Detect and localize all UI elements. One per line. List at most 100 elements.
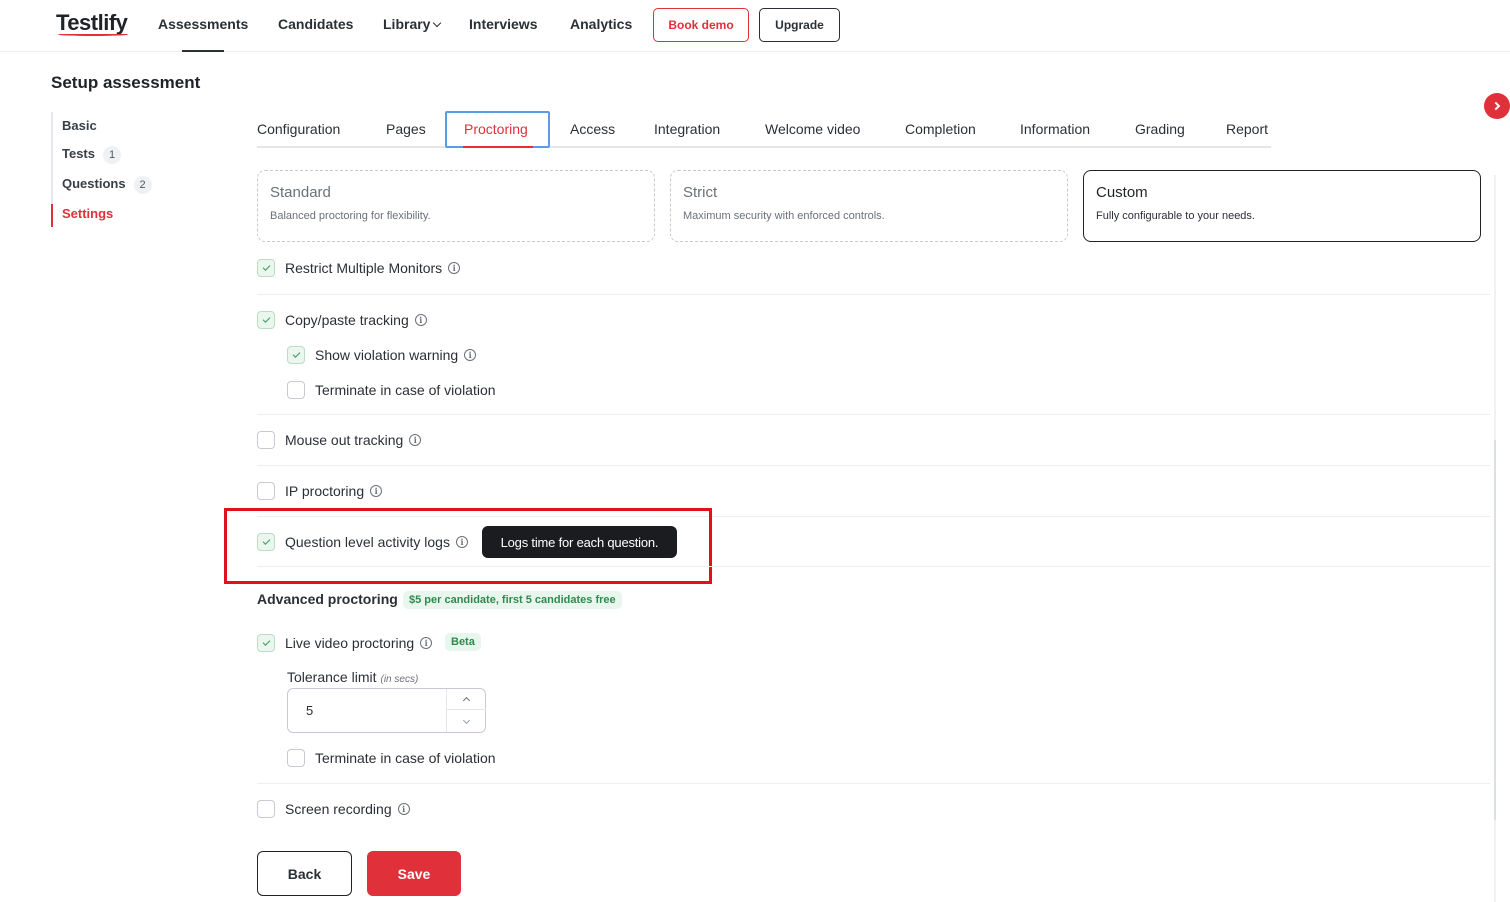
tab-completion[interactable]: Completion [905,121,976,137]
tab-proctoring[interactable]: Proctoring [464,121,528,137]
mode-description: Fully configurable to your needs. [1096,210,1255,222]
nav-interviews[interactable]: Interviews [469,16,537,32]
mode-description: Maximum security with enforced controls. [683,210,885,222]
setup-steps: Basic Tests 1 Questions 2 Settings [51,112,211,227]
step-active-indicator [51,204,53,227]
chevron-down-icon [433,18,442,28]
back-button[interactable]: Back [257,851,352,896]
mode-title: Standard [270,184,331,201]
logo-underline-mark [58,33,128,36]
divider [257,465,1490,466]
screen-recording-checkbox[interactable] [257,800,275,818]
step-basic[interactable]: Basic [62,118,97,133]
mode-title: Custom [1096,184,1148,201]
info-icon[interactable]: i [397,803,410,815]
upgrade-button[interactable]: Upgrade [759,8,840,42]
tab-configuration[interactable]: Configuration [257,121,340,137]
chevron-right-icon [1491,101,1501,111]
increment-button[interactable] [447,689,486,710]
info-icon[interactable]: i [420,637,433,649]
option-show-violation-warning: Show violation warning i [287,346,477,364]
option-live-video-terminate: Terminate in case of violation [287,749,496,767]
chevron-up-icon [462,696,471,705]
tolerance-stepper [446,689,486,732]
tab-active-underline [463,146,533,148]
option-label: IP proctoring [285,483,365,499]
mode-card-custom[interactable]: Custom Fully configurable to your needs. [1083,170,1481,242]
nav-assessments[interactable]: Assessments [158,16,248,32]
option-label: Restrict Multiple Monitors [285,260,443,276]
expand-panel-button[interactable] [1484,93,1510,119]
tab-integration[interactable]: Integration [654,121,720,137]
divider [257,414,1490,415]
show-violation-warning-checkbox[interactable] [287,346,305,364]
option-label: Copy/paste tracking [285,312,409,328]
tab-welcome-video[interactable]: Welcome video [765,121,860,137]
settings-tabs: Configuration Pages Proctoring Access In… [257,110,1271,148]
option-copy-paste: Copy/paste tracking i [257,311,427,329]
step-questions[interactable]: Questions 2 [62,176,152,194]
nav-active-indicator [182,50,224,52]
nav-library[interactable]: Library [383,16,442,32]
page-title: Setup assessment [51,73,201,92]
option-ip-proctoring: IP proctoring i [257,482,383,500]
nav-library-label: Library [383,16,431,32]
live-video-checkbox[interactable] [257,634,275,652]
info-icon[interactable]: i [464,349,477,361]
info-icon[interactable]: i [448,262,461,274]
tolerance-label: Tolerance limit (in secs) [287,669,418,685]
scrollbar-thumb[interactable] [1494,440,1496,820]
nav-candidates[interactable]: Candidates [278,16,353,32]
tab-access[interactable]: Access [570,121,615,137]
pricing-badge: $5 per candidate, first 5 candidates fre… [403,591,622,609]
tab-pages[interactable]: Pages [386,121,426,137]
tab-report[interactable]: Report [1226,121,1268,137]
option-restrict-monitors: Restrict Multiple Monitors i [257,259,461,277]
option-label: Mouse out tracking [285,432,404,448]
divider [257,566,1490,567]
option-label: Live video proctoring [285,635,415,651]
option-label: Show violation warning [315,347,459,363]
mode-title: Strict [683,184,718,201]
chevron-down-icon [462,716,471,724]
nav-analytics[interactable]: Analytics [570,16,632,32]
highlight-box [224,508,712,584]
tab-grading[interactable]: Grading [1135,121,1185,137]
tolerance-value: 5 [306,703,314,718]
option-label: Terminate in case of violation [315,750,496,766]
book-demo-button[interactable]: Book demo [653,8,749,42]
step-questions-label: Questions [62,176,126,191]
mode-card-standard[interactable]: Standard Balanced proctoring for flexibi… [257,170,655,242]
step-questions-count: 2 [133,176,152,194]
mode-card-strict[interactable]: Strict Maximum security with enforced co… [670,170,1068,242]
top-navigation: Testlify Assessments Candidates Library … [0,0,1510,52]
save-button[interactable]: Save [367,851,461,896]
beta-badge: Beta [445,633,481,651]
live-video-terminate-checkbox[interactable] [287,749,305,767]
tolerance-input[interactable]: 5 [287,688,486,733]
info-icon[interactable]: i [409,434,422,446]
step-tests-label: Tests [62,146,95,161]
tolerance-unit: (in secs) [380,674,419,685]
option-copy-paste-terminate: Terminate in case of violation [287,381,496,399]
decrement-button[interactable] [447,711,486,732]
step-tests[interactable]: Tests 1 [62,146,121,164]
info-icon[interactable]: i [414,314,427,326]
option-screen-recording: Screen recording i [257,800,410,818]
step-settings[interactable]: Settings [62,206,113,221]
tab-information[interactable]: Information [1020,121,1090,137]
tolerance-label-text: Tolerance limit [287,669,377,685]
copy-paste-terminate-checkbox[interactable] [287,381,305,399]
step-tests-count: 1 [103,146,121,164]
ip-proctoring-checkbox[interactable] [257,482,275,500]
divider [257,783,1490,784]
advanced-proctoring-title: Advanced proctoring [257,591,398,607]
option-label: Terminate in case of violation [315,382,496,398]
option-label: Screen recording [285,801,392,817]
copy-paste-checkbox[interactable] [257,311,275,329]
mouse-out-checkbox[interactable] [257,431,275,449]
option-mouse-out: Mouse out tracking i [257,431,422,449]
divider [257,294,1490,295]
restrict-monitors-checkbox[interactable] [257,259,275,277]
info-icon[interactable]: i [370,485,383,497]
